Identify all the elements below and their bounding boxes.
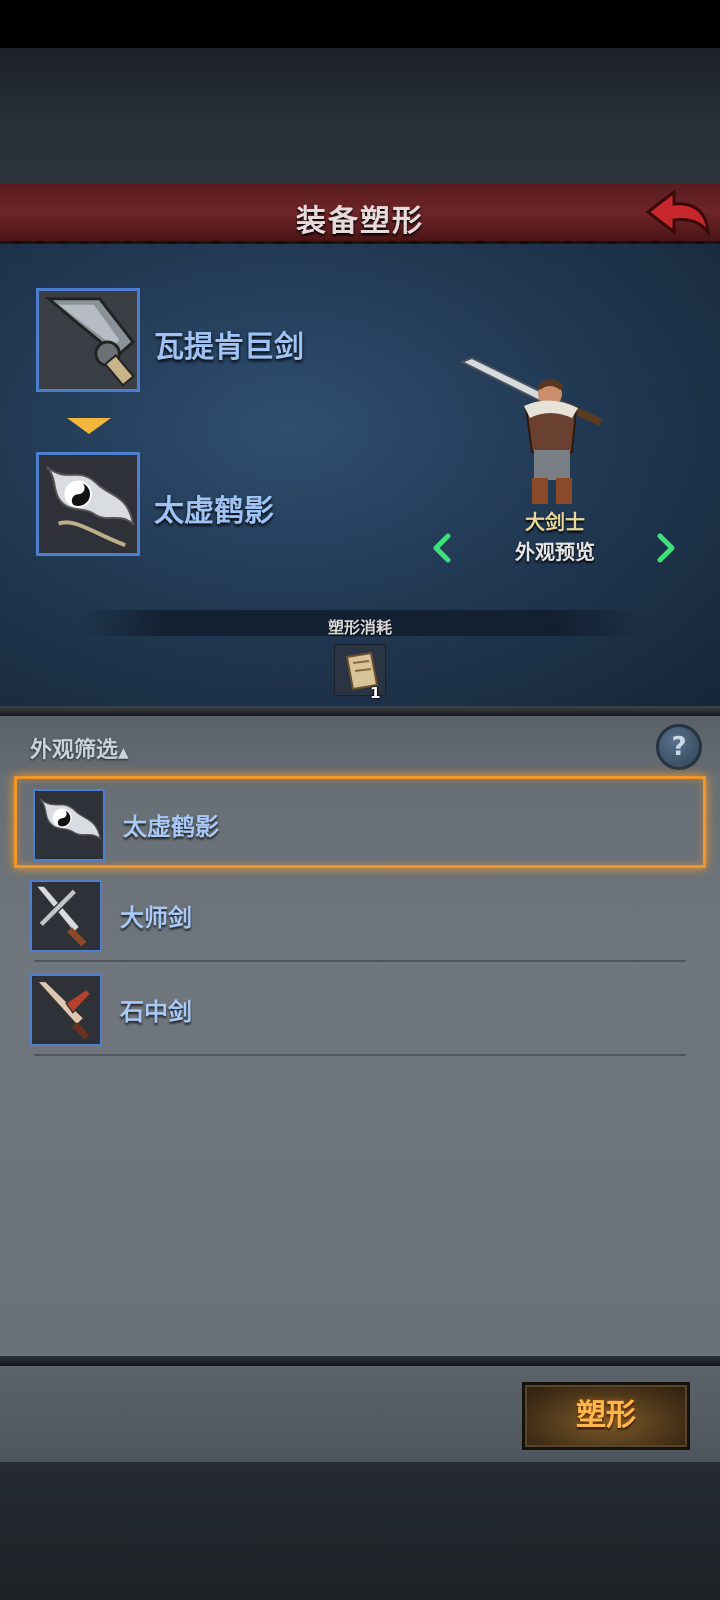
target-item-name: 太虚鹤影 bbox=[154, 494, 274, 529]
item-name: 石中剑 bbox=[120, 998, 192, 1026]
title-bar: 装备塑形 bbox=[0, 184, 720, 247]
sword-in-stone-icon bbox=[32, 976, 100, 1044]
target-item-slot[interactable] bbox=[36, 452, 140, 556]
back-arrow-icon bbox=[645, 188, 710, 237]
greatsword-icon bbox=[39, 291, 137, 389]
row-separator bbox=[34, 1054, 686, 1056]
help-button[interactable]: ? bbox=[656, 724, 702, 770]
appearance-list-item[interactable]: 太虚鹤影 bbox=[14, 776, 706, 868]
caret-up-icon: ▲ bbox=[118, 745, 129, 761]
background-bottom bbox=[0, 1462, 720, 1600]
item-icon-slot bbox=[30, 880, 102, 952]
item-name: 太虚鹤影 bbox=[123, 813, 219, 841]
preview-next-button[interactable] bbox=[654, 532, 678, 564]
transform-arrow-icon bbox=[67, 418, 111, 434]
character-preview bbox=[459, 356, 630, 516]
item-icon-slot bbox=[33, 789, 105, 861]
filter-label-text: 外观筛选 bbox=[30, 738, 119, 763]
status-bar bbox=[0, 0, 720, 48]
crane-shadow-sword-icon bbox=[39, 455, 137, 553]
appearance-list-item[interactable]: 大师剑 bbox=[14, 870, 706, 962]
item-name: 大师剑 bbox=[120, 904, 192, 932]
master-sword-icon bbox=[32, 882, 100, 950]
back-button[interactable] bbox=[644, 188, 712, 240]
panel-divider bbox=[0, 706, 720, 716]
cost-label: 塑形消耗 bbox=[327, 618, 392, 637]
appearance-filter-dropdown[interactable]: 外观筛选▲ bbox=[30, 732, 129, 764]
crane-shadow-sword-icon bbox=[35, 791, 103, 859]
row-separator bbox=[34, 960, 686, 962]
item-icon-slot bbox=[30, 974, 102, 1046]
appearance-list-item[interactable]: 石中剑 bbox=[14, 964, 706, 1056]
preview-prev-button[interactable] bbox=[430, 532, 454, 564]
greatswordsman-figure-icon bbox=[459, 356, 603, 504]
background-top bbox=[0, 48, 720, 184]
chevron-left-icon bbox=[433, 533, 451, 563]
appearance-preview-label: 外观预览 bbox=[515, 540, 595, 564]
chevron-right-icon bbox=[657, 533, 675, 563]
source-item-name: 瓦提肯巨剑 bbox=[154, 330, 304, 365]
cost-count: 1 bbox=[370, 684, 381, 702]
page-title: 装备塑形 bbox=[296, 204, 424, 239]
reshape-button[interactable]: 塑形 bbox=[522, 1382, 690, 1450]
class-name-label: 大剑士 bbox=[525, 510, 585, 534]
bottom-divider bbox=[0, 1356, 720, 1366]
source-item-slot[interactable] bbox=[36, 288, 140, 392]
